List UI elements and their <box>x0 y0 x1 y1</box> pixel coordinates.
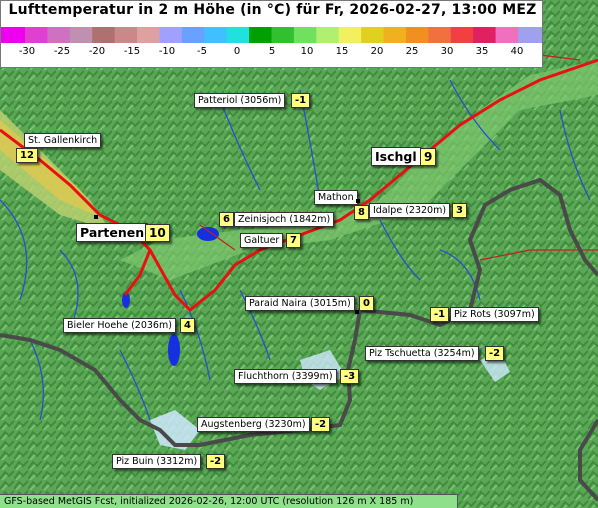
legend-swatch <box>226 27 250 43</box>
temperature-value: -2 <box>485 346 505 361</box>
legend-swatch <box>47 27 71 43</box>
legend-swatch <box>361 27 385 43</box>
temperature-value: -1 <box>430 307 450 322</box>
legend-swatch <box>428 27 452 43</box>
temperature-value: 10 <box>145 224 170 242</box>
legend-swatch <box>204 27 228 43</box>
legend-swatch <box>495 27 519 43</box>
legend-swatch <box>405 27 429 43</box>
legend-tick-label: -30 <box>18 46 36 57</box>
legend-tick-label: 40 <box>510 46 524 57</box>
location-label[interactable]: Piz Rots (3097m) <box>450 307 539 322</box>
location-label[interactable]: Ischgl <box>371 147 421 166</box>
legend-swatch <box>271 27 295 43</box>
location-label[interactable]: Idalpe (2320m) <box>369 203 451 218</box>
lake-silvretta <box>168 334 180 366</box>
legend-tick-label: -10 <box>158 46 176 57</box>
map-title: Lufttemperatur in 2 m Höhe (in °C) für F… <box>8 2 537 18</box>
legend-swatch <box>92 27 116 43</box>
legend-tick-label: -5 <box>197 46 207 57</box>
temperature-value: -2 <box>206 454 226 469</box>
temperature-map: Lufttemperatur in 2 m Höhe (in °C) für F… <box>0 0 598 508</box>
legend-swatch <box>338 27 362 43</box>
lake-kops <box>197 227 219 241</box>
temperature-value: 6 <box>219 212 234 227</box>
legend-tick-label: -20 <box>88 46 106 57</box>
temperature-value: 3 <box>452 203 467 218</box>
location-label[interactable]: Fluchthorn (3399m) <box>234 369 337 384</box>
location-label[interactable]: Piz Buin (3312m) <box>112 454 202 469</box>
legend-tick-label: 15 <box>335 46 349 57</box>
legend-tick-label: 35 <box>475 46 489 57</box>
temperature-value: 12 <box>16 148 38 163</box>
legend-swatch <box>181 27 205 43</box>
legend-swatch <box>137 27 160 43</box>
legend-tick-label: 20 <box>370 46 384 57</box>
temperature-value: 8 <box>354 205 369 220</box>
legend-swatch <box>383 27 407 43</box>
location-label[interactable]: Zeinisjoch (1842m) <box>234 212 335 227</box>
legend-tick-label: 5 <box>268 46 276 57</box>
legend-swatch <box>450 27 474 43</box>
legend-tick-label: 25 <box>405 46 419 57</box>
legend-swatch <box>473 27 497 43</box>
temperature-value: 7 <box>286 233 301 248</box>
legend-swatch <box>159 27 183 43</box>
location-label[interactable]: Mathon <box>314 190 358 205</box>
color-scale-bar <box>1 27 542 43</box>
location-label[interactable]: Augstenberg (3230m) <box>197 417 310 432</box>
legend-tick-label: 0 <box>233 46 241 57</box>
legend-swatch <box>518 27 542 43</box>
legend-tick-label: -15 <box>123 46 141 57</box>
temperature-value: -1 <box>291 93 311 108</box>
location-label[interactable]: Partenen <box>76 223 149 242</box>
legend-tick-label: -25 <box>53 46 71 57</box>
location-label[interactable]: Bieler Hoehe (2036m) <box>63 318 176 333</box>
location-label[interactable]: Paraid Naira (3015m) <box>245 296 355 311</box>
location-label[interactable]: Piz Tschuetta (3254m) <box>365 346 479 361</box>
legend-swatch <box>316 27 340 43</box>
legend-swatch <box>114 27 138 43</box>
location-marker <box>355 310 359 314</box>
temperature-value: 4 <box>180 318 195 333</box>
location-label[interactable]: Galtuer <box>240 233 284 248</box>
legend-tick-label: 10 <box>300 46 314 57</box>
legend-swatch <box>1 27 25 43</box>
location-marker <box>356 199 360 203</box>
temperature-value: -2 <box>311 417 331 432</box>
location-label[interactable]: Patteriol (3056m) <box>194 93 286 108</box>
legend-swatch <box>25 27 48 43</box>
legend-swatch <box>69 27 93 43</box>
temperature-value: -3 <box>340 369 360 384</box>
location-label[interactable]: St. Gallenkirch <box>24 133 102 148</box>
legend-swatch <box>249 27 272 43</box>
temperature-value: 0 <box>359 296 374 311</box>
temperature-value: 9 <box>420 148 437 166</box>
location-marker <box>94 215 98 219</box>
legend-swatch <box>293 27 317 43</box>
legend-panel: Lufttemperatur in 2 m Höhe (in °C) für F… <box>0 0 543 68</box>
model-info-footer: GFS-based MetGIS Fcst, initialized 2026-… <box>0 494 458 508</box>
legend-tick-label: 30 <box>440 46 454 57</box>
